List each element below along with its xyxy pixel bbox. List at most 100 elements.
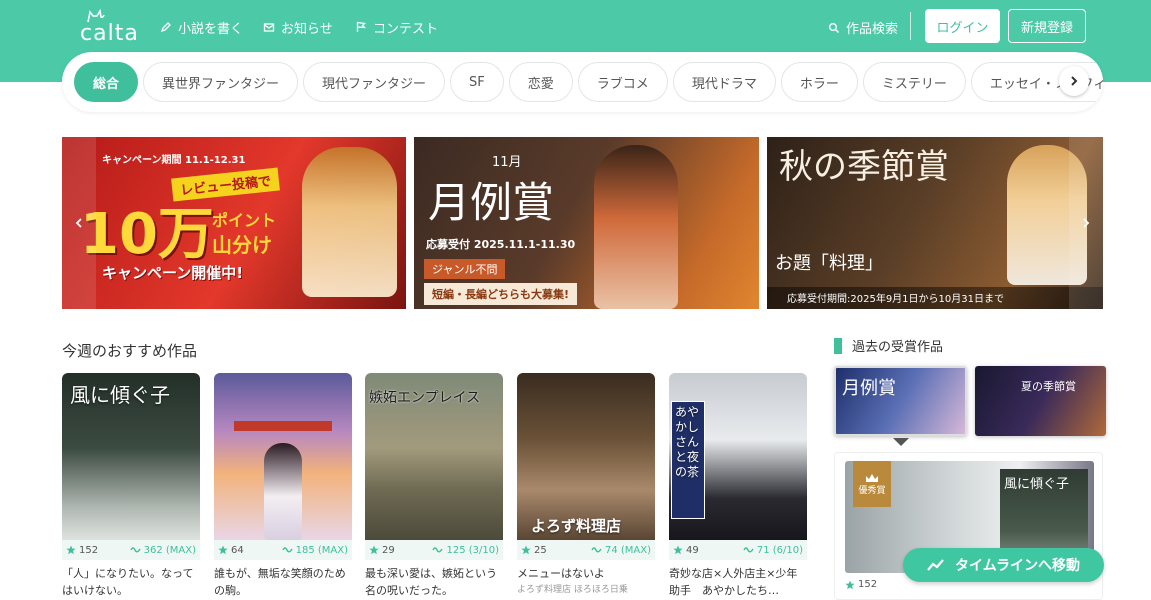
star-icon — [66, 545, 76, 555]
crown-icon — [866, 473, 878, 482]
genre-chip-mystery[interactable]: ミステリー — [862, 62, 966, 102]
past-awards-title-text: 過去の受賞作品 — [852, 340, 944, 355]
chevron-left-icon — [75, 218, 82, 228]
reaction-icon — [281, 547, 293, 553]
calta-logo[interactable]: calta — [78, 9, 138, 46]
work-stats: 29 125 (3/10) — [365, 540, 503, 560]
character-illustration — [264, 443, 302, 540]
work-description: 最も深い愛は、嫉妬という名の呪いだった。 — [365, 567, 497, 597]
genre-tab-bar: 総合 異世界ファンタジー 現代ファンタジー SF 恋愛 ラブコメ 現代ドラマ ホ… — [62, 52, 1103, 112]
work-stars: 29 — [382, 544, 395, 556]
chevron-right-icon — [1071, 76, 1078, 86]
genre-chip-modern-drama[interactable]: 現代ドラマ — [672, 62, 776, 102]
banner2-genre: ジャンル不問 — [424, 259, 506, 279]
star-icon — [521, 545, 531, 555]
work-stats: 64 185 (MAX) — [214, 540, 352, 560]
chevron-right-icon — [1083, 218, 1090, 228]
work-reactions: 74 (MAX) — [604, 544, 651, 556]
torii-illustration — [234, 421, 332, 431]
search-works-link[interactable]: 作品検索 — [828, 18, 898, 37]
banner2-character-illustration — [594, 145, 678, 309]
work-cover: 風に傾ぐ子 — [62, 373, 200, 540]
search-icon — [829, 22, 840, 33]
trend-icon — [927, 559, 944, 571]
work-cover-title: よろず料理店 — [531, 517, 622, 535]
work-stats: 25 74 (MAX) — [517, 540, 655, 560]
mail-icon — [263, 23, 275, 32]
signup-button[interactable]: 新規登録 — [1008, 9, 1086, 43]
banner-review-campaign[interactable]: キャンペーン期間 11.1-12.31 レビュー投稿で 10万 ポイント 山分け… — [62, 137, 406, 309]
nav-write-label: 小説を書く — [178, 21, 244, 37]
award-work-stats: 152 — [845, 579, 877, 590]
reaction-icon — [743, 547, 754, 553]
work-card[interactable]: よろず料理店 25 74 (MAX) メニューはないよ よろず料理店 ほろほろ日… — [517, 373, 655, 595]
work-card[interactable]: 風に傾ぐ子 152 362 (MAX) 「人」になりたい。なってはいけない。 — [62, 373, 200, 599]
award-work-cover-title: 風に傾ぐ子 — [1004, 477, 1070, 492]
work-reactions: 185 (MAX) — [295, 544, 348, 556]
nav-contest-label: コンテスト — [373, 21, 439, 37]
title-accent-bar — [834, 337, 842, 354]
award-thumb-summer[interactable]: 夏の季節賞 — [975, 366, 1106, 436]
past-awards-title: 過去の受賞作品 — [834, 336, 943, 355]
reaction-icon — [591, 547, 602, 553]
genre-chip-horror[interactable]: ホラー — [780, 62, 858, 102]
search-works-label: 作品検索 — [846, 22, 899, 37]
banner-next-button[interactable] — [1069, 137, 1103, 309]
work-card[interactable]: 嫉妬エンプレイス 29 125 (3/10) 最も深い愛は、嫉妬という名の呪いだ… — [365, 373, 503, 599]
banner3-period: 応募受付期間:2025年9月1日から10月31日まで — [787, 294, 1004, 305]
work-description: メニューはないよ — [517, 567, 605, 580]
genre-chip-romance[interactable]: 恋愛 — [508, 62, 573, 102]
banner1-period: キャンペーン期間 11.1-12.31 — [102, 155, 246, 166]
genre-chip-sf[interactable]: SF — [450, 62, 504, 102]
genre-chip-row: 総合 異世界ファンタジー 現代ファンタジー SF 恋愛 ラブコメ 現代ドラマ ホ… — [74, 62, 1103, 102]
banner-prev-button[interactable] — [62, 137, 96, 309]
star-icon — [218, 545, 228, 555]
work-stars: 25 — [534, 544, 547, 556]
work-stats: 152 362 (MAX) — [62, 540, 200, 560]
banner-monthly-award[interactable]: 11月 月例賞 応募受付 2025.11.1-11.30 ジャンル不問 短編・長… — [414, 137, 759, 309]
banner2-period: 応募受付 2025.11.1-11.30 — [426, 238, 576, 251]
genre-chip-romcom[interactable]: ラブコメ — [577, 62, 668, 102]
banner-autumn-award[interactable]: 秋の季節賞 お題「料理」 応募受付期間:2025年9月1日から10月31日まで — [767, 137, 1103, 309]
header-divider — [910, 12, 911, 40]
banner3-theme: お題「料理」 — [775, 253, 883, 274]
work-cover-title: 嫉妬エンプレイス — [369, 390, 481, 406]
work-cover: よろず料理店 — [517, 373, 655, 540]
star-icon — [673, 545, 683, 555]
award-thumb-summer-label: 夏の季節賞 — [1021, 380, 1076, 393]
work-description: 「人」になりたい。なってはいけない。 — [62, 567, 194, 597]
banner1-points: ポイント — [212, 211, 277, 230]
banner1-amount: 10万 — [80, 202, 214, 267]
work-subtitle: よろず料理店 ほろほろ日乗 — [517, 585, 628, 595]
genre-chip-overall[interactable]: 総合 — [74, 62, 139, 102]
nav-news[interactable]: お知らせ — [263, 18, 333, 37]
banner1-campaign: キャンペーン開催中! — [102, 264, 244, 282]
banner1-split: 山分け — [212, 233, 272, 257]
award-badge: 優秀賞 — [853, 461, 891, 507]
nav-write[interactable]: 小説を書く — [160, 18, 244, 37]
flag-icon — [356, 21, 367, 32]
genre-chip-isekai-fantasy[interactable]: 異世界ファンタジー — [143, 62, 299, 102]
login-button[interactable]: ログイン — [925, 9, 1000, 43]
star-icon — [369, 545, 379, 555]
work-cover: 嫉妬エンプレイス — [365, 373, 503, 540]
genre-scroll-next-button[interactable] — [1059, 66, 1089, 96]
genre-chip-modern-fantasy[interactable]: 現代ファンタジー — [303, 62, 446, 102]
timeline-jump-button[interactable]: タイムラインへ移動 — [903, 548, 1104, 582]
pen-icon — [160, 22, 171, 33]
work-card[interactable]: あやかしさんと夜の茶 49 71 (6/10) 奇妙な店×人外店主×少年助手 あ… — [669, 373, 807, 599]
award-badge-label: 優秀賞 — [858, 485, 886, 496]
work-reactions: 125 (3/10) — [446, 544, 499, 556]
banner1-character-illustration — [302, 147, 397, 297]
nav-contest[interactable]: コンテスト — [355, 18, 439, 37]
banner2-note: 短編・長編どちらも大募集! — [424, 283, 578, 305]
selected-thumb-indicator — [893, 438, 909, 446]
banner2-title: 月例賞 — [428, 178, 555, 227]
banner2-month: 11月 — [492, 155, 522, 170]
work-card[interactable]: 64 185 (MAX) 誰もが、無垢な笑顔のための駒。 — [214, 373, 352, 599]
work-reactions: 362 (MAX) — [143, 544, 196, 556]
work-description: 奇妙な店×人外店主×少年助手 あやかしたち… — [669, 567, 798, 597]
star-icon — [845, 580, 855, 589]
work-cover — [214, 373, 352, 540]
award-thumb-monthly[interactable]: 月例賞 — [834, 366, 967, 436]
